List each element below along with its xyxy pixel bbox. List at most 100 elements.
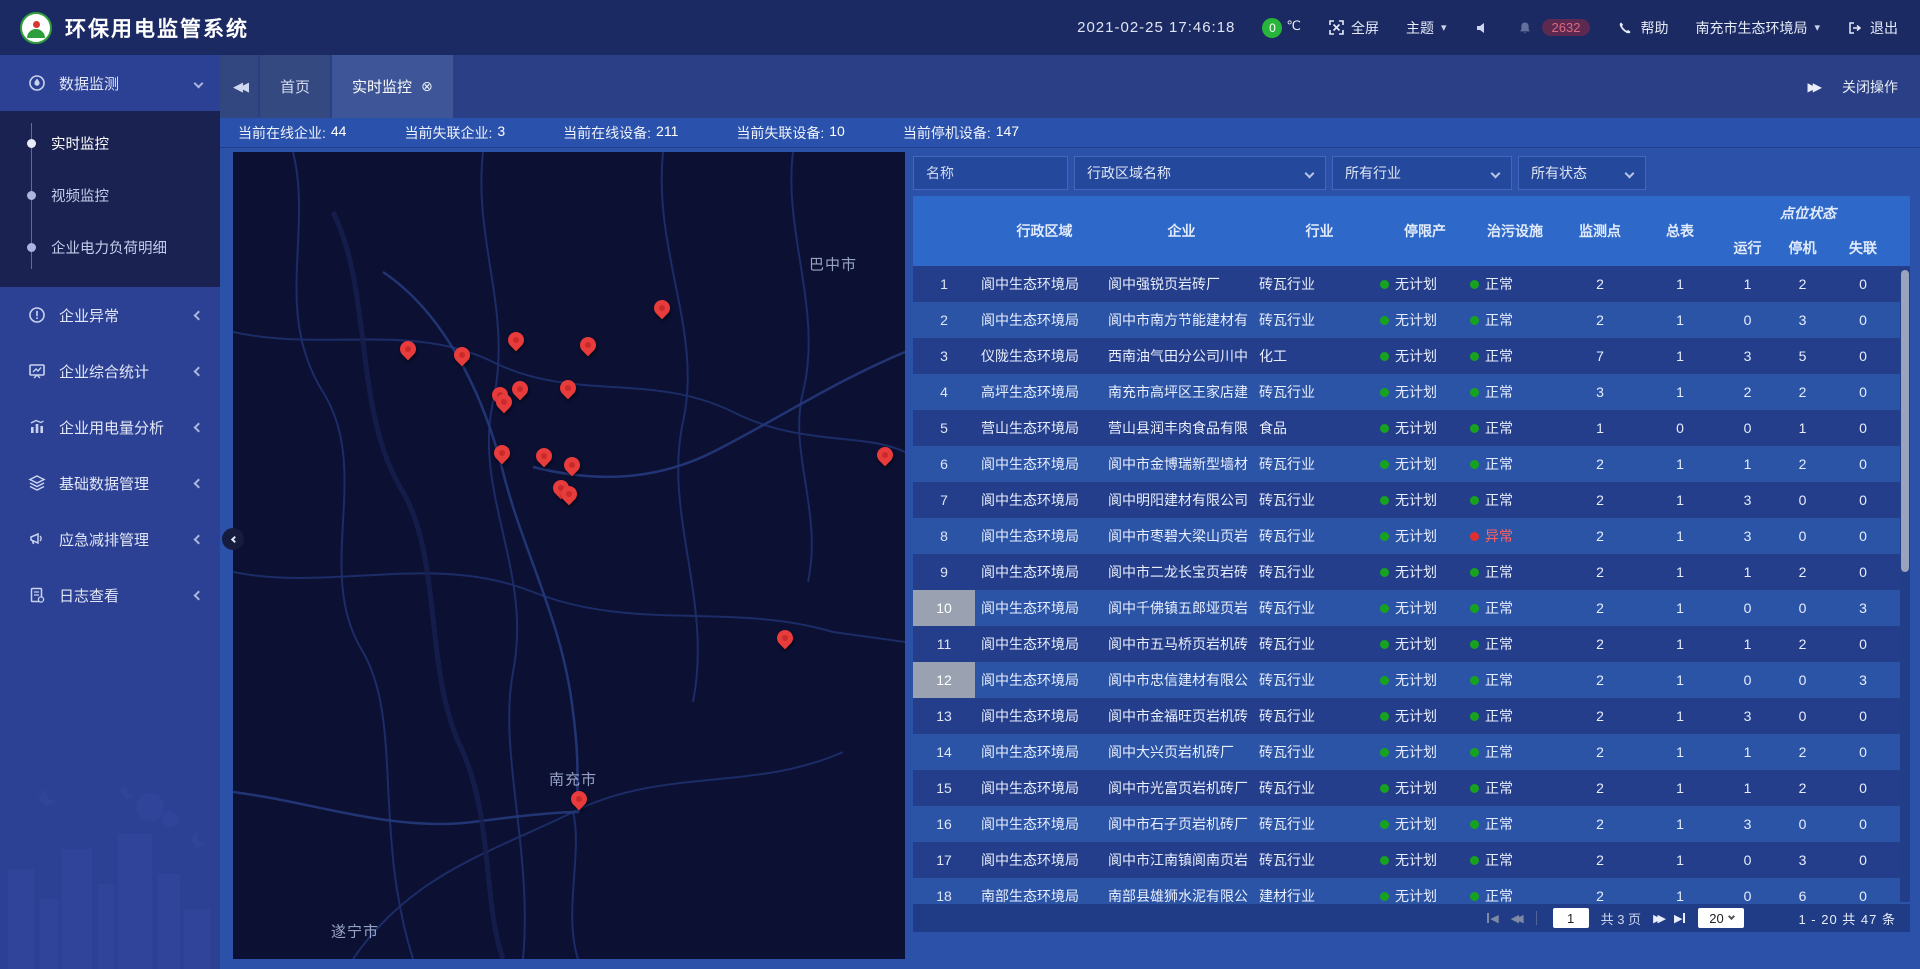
map-collapse-button[interactable] [222, 528, 244, 550]
table-row[interactable]: 18 南部生态环境局 南部县雄狮水泥有限公 建材行业 无计划 [913, 878, 1910, 904]
gauge-icon [27, 73, 47, 93]
status-dot-icon [1470, 712, 1479, 721]
col-group-point-status: 点位状态 运行 停机 失联 [1720, 196, 1896, 266]
cell-run-count: 0 [1720, 878, 1775, 904]
sidebar-item-数据监测[interactable]: 数据监测 [0, 55, 220, 111]
stat-item: 当前在线设备: 211 [563, 123, 678, 143]
cell-halt-count: 2 [1775, 554, 1830, 590]
tab-close-icon[interactable]: ⊗ [421, 78, 433, 95]
sidebar-section-label: 应急减排管理 [59, 529, 149, 550]
cell-lost-count: 0 [1830, 734, 1896, 770]
col-header-region: 行政区域 [975, 196, 1108, 266]
cell-facility-status: 正常 [1470, 662, 1560, 698]
logout-button[interactable]: 退出 [1847, 18, 1898, 38]
sidebar-item-企业用电量分析[interactable]: 企业用电量分析 [0, 399, 220, 455]
sound-mute-button[interactable] [1474, 20, 1490, 36]
table-body: 1 阆中生态环境局 阆中强锐页岩砖厂 砖瓦行业 无计划 [913, 266, 1910, 904]
cell-region: 阆中生态环境局 [975, 770, 1108, 806]
sidebar-submenu-label: 视频监控 [51, 185, 109, 206]
sidebar-item-企业异常[interactable]: 企业异常 [0, 287, 220, 343]
sidebar-submenu-label: 企业电力负荷明细 [51, 237, 167, 258]
tabs-scroll-right-button double-right-arrow-icon[interactable]: ▶▶ [1808, 80, 1818, 94]
sidebar-item-视频监控[interactable]: 视频监控 [0, 169, 220, 221]
cell-facility-status: 正常 [1470, 806, 1560, 842]
sidebar-section-label: 日志查看 [59, 585, 119, 606]
cell-region: 阆中生态环境局 [975, 446, 1108, 482]
table-row[interactable]: 8 阆中生态环境局 阆中市枣碧大梁山页岩 砖瓦行业 无计划 [913, 518, 1910, 554]
table-row[interactable]: 10 阆中生态环境局 阆中千佛镇五郎垭页岩 砖瓦行业 无计划 [913, 590, 1910, 626]
industry-select[interactable]: 所有行业 [1332, 156, 1512, 190]
close-operations-button[interactable]: 关闭操作 [1842, 77, 1898, 97]
cell-meter-count: 1 [1640, 374, 1720, 410]
cell-monitor-count: 2 [1560, 590, 1640, 626]
cell-halt-count: 2 [1775, 374, 1830, 410]
sidebar-item-实时监控[interactable]: 实时监控 [0, 117, 220, 169]
sidebar-item-应急减排管理[interactable]: 应急减排管理 [0, 511, 220, 567]
table-row[interactable]: 3 仪陇生态环境局 西南油气田分公司川中 化工 无计划 [913, 338, 1910, 374]
cell-industry: 砖瓦行业 [1255, 482, 1380, 518]
status-dot-icon [1380, 676, 1389, 685]
page-size-select[interactable]: 20 [1698, 908, 1744, 928]
notifications-button[interactable]: 2632 [1517, 19, 1591, 36]
megaphone-icon [27, 529, 47, 549]
table-row[interactable]: 12 阆中生态环境局 阆中市忠信建材有限公 砖瓦行业 无计划 [913, 662, 1910, 698]
table-header: 行政区域 企业 行业 停限产 治污设施 监测点 总表 点位状态 运行 [913, 196, 1910, 266]
table-scrollbar[interactable] [1900, 268, 1910, 902]
help-button[interactable]: 帮助 [1617, 18, 1668, 38]
stat-value: 3 [497, 123, 505, 143]
status-dot-icon [1380, 496, 1389, 505]
sidebar-section-label: 数据监测 [59, 73, 119, 94]
fullscreen-button[interactable]: 全屏 [1328, 18, 1379, 38]
cell-industry: 砖瓦行业 [1255, 374, 1380, 410]
table-row[interactable]: 1 阆中生态环境局 阆中强锐页岩砖厂 砖瓦行业 无计划 [913, 266, 1910, 302]
status-dot-icon [1470, 460, 1479, 469]
cell-lost-count: 0 [1830, 446, 1896, 482]
theme-menu[interactable]: 主题 ▾ [1406, 18, 1447, 38]
cell-run-count: 3 [1720, 518, 1775, 554]
cell-halt-count: 2 [1775, 446, 1830, 482]
page-number-input[interactable]: 1 [1553, 908, 1589, 928]
cell-meter-count: 1 [1640, 590, 1720, 626]
sidebar-cityscape-decoration [0, 779, 220, 969]
table-row[interactable]: 4 高坪生态环境局 南充市高坪区王家店建 砖瓦行业 无计划 [913, 374, 1910, 410]
chevron-left-icon [231, 535, 238, 542]
table-row[interactable]: 7 阆中生态环境局 阆中明阳建材有限公司 砖瓦行业 无计划 [913, 482, 1910, 518]
stats-icon [27, 361, 47, 381]
status-select[interactable]: 所有状态 [1518, 156, 1646, 190]
scrollbar-thumb[interactable] [1901, 270, 1909, 572]
cell-industry: 砖瓦行业 [1255, 590, 1380, 626]
tabs-scroll-left-button[interactable]: ◀◀ [220, 55, 258, 118]
sidebar-item-基础数据管理[interactable]: 基础数据管理 [0, 455, 220, 511]
cell-stop-status: 无计划 [1380, 590, 1470, 626]
next-page-button[interactable]: ▶▶ [1653, 912, 1662, 925]
cell-stop-status: 无计划 [1380, 518, 1470, 554]
table-row[interactable]: 5 营山生态环境局 营山县润丰肉食品有限 食品 无计划 [913, 410, 1910, 446]
sidebar-item-企业电力负荷明细[interactable]: 企业电力负荷明细 [0, 221, 220, 273]
table-row[interactable]: 2 阆中生态环境局 阆中市南方节能建材有 砖瓦行业 无计划 [913, 302, 1910, 338]
cell-halt-count: 0 [1775, 662, 1830, 698]
status-dot-icon [1380, 316, 1389, 325]
org-user-menu[interactable]: 南充市生态环境局 ▾ [1695, 18, 1820, 38]
table-row[interactable]: 17 阆中生态环境局 阆中市江南镇阆南页岩 砖瓦行业 无计划 [913, 842, 1910, 878]
table-row[interactable]: 11 阆中生态环境局 阆中市五马桥页岩机砖 砖瓦行业 无计划 [913, 626, 1910, 662]
prev-page-button[interactable]: ◀◀ [1511, 912, 1520, 925]
sidebar-item-日志查看[interactable]: 日志查看 [0, 567, 220, 623]
first-page-button[interactable]: ◀ [1486, 912, 1498, 925]
tab-首页[interactable]: 首页 [260, 55, 330, 118]
table-row[interactable]: 15 阆中生态环境局 阆中市光富页岩机砖厂 砖瓦行业 无计划 [913, 770, 1910, 806]
sidebar-item-企业综合统计[interactable]: 企业综合统计 [0, 343, 220, 399]
cell-industry: 砖瓦行业 [1255, 734, 1380, 770]
name-search-input[interactable] [926, 165, 1055, 181]
table-row[interactable]: 6 阆中生态环境局 阆中市金博瑞新型墙材 砖瓦行业 无计划 [913, 446, 1910, 482]
last-page-button[interactable]: ▶ [1674, 912, 1686, 925]
cell-monitor-count: 2 [1560, 698, 1640, 734]
cell-stop-status: 无计划 [1380, 266, 1470, 302]
table-row[interactable]: 16 阆中生态环境局 阆中市石子页岩机砖厂 砖瓦行业 无计划 [913, 806, 1910, 842]
table-row[interactable]: 13 阆中生态环境局 阆中市金福旺页岩机砖 砖瓦行业 无计划 [913, 698, 1910, 734]
map-panel[interactable]: 巴中市南充市遂宁市 [233, 152, 905, 959]
region-select[interactable]: 行政区域名称 [1074, 156, 1326, 190]
table-row[interactable]: 9 阆中生态环境局 阆中市二龙长宝页岩砖 砖瓦行业 无计划 [913, 554, 1910, 590]
cell-monitor-count: 2 [1560, 842, 1640, 878]
table-row[interactable]: 14 阆中生态环境局 阆中大兴页岩机砖厂 砖瓦行业 无计划 [913, 734, 1910, 770]
tab-实时监控[interactable]: 实时监控 ⊗ [332, 55, 453, 118]
